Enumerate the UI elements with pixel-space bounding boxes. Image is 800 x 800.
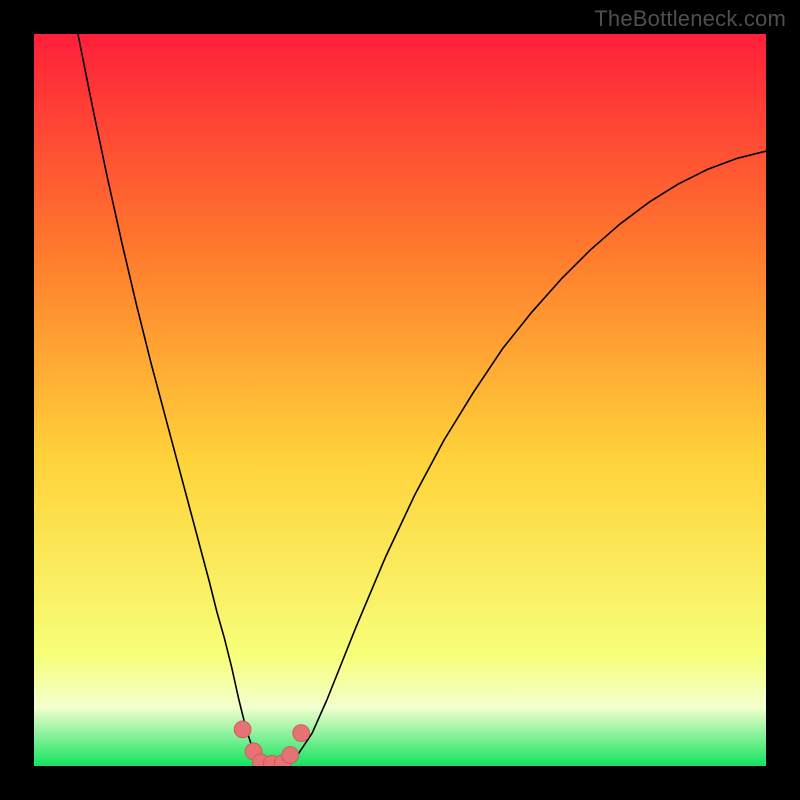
marker-dot [282,747,299,764]
marker-dot [293,725,310,742]
chart-frame: TheBottleneck.com [0,0,800,800]
bottleneck-chart [34,34,766,766]
watermark-text: TheBottleneck.com [594,6,786,32]
plot-area [34,34,766,766]
marker-dot [234,721,251,738]
gradient-background [34,34,766,766]
